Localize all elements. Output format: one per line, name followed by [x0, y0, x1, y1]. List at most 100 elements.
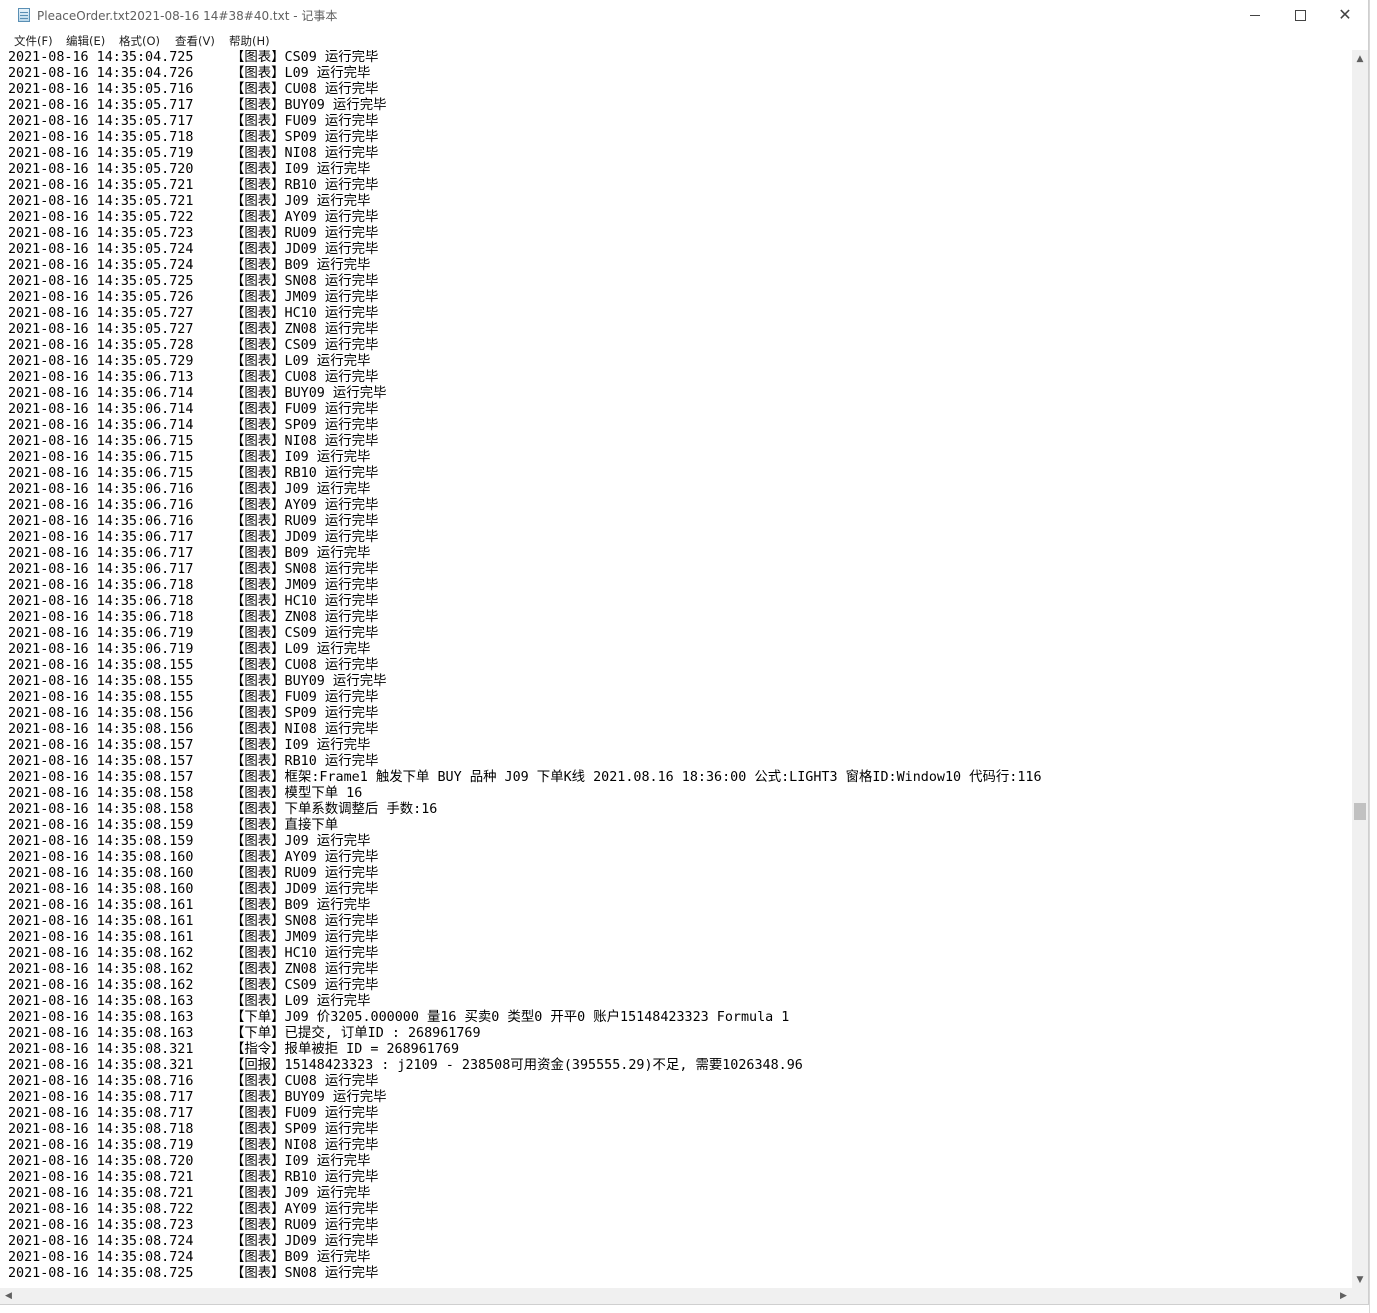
log-timestamp: 2021-08-16 14:35:08.722 — [8, 1202, 194, 1217]
maximize-icon — [1294, 9, 1306, 21]
vertical-scrollbar[interactable]: ▲ ▼ — [1352, 50, 1368, 1288]
log-line: 2021-08-16 14:35:06.719 【图表】L09 运行完毕 — [8, 642, 1352, 658]
log-message: 【图表】CS09 运行完毕 — [231, 978, 379, 993]
log-line: 2021-08-16 14:35:06.717 【图表】SN08 运行完毕 — [8, 562, 1352, 578]
log-timestamp: 2021-08-16 14:35:08.716 — [8, 1074, 194, 1089]
log-line: 2021-08-16 14:35:08.155 【图表】BUY09 运行完毕 — [8, 674, 1352, 690]
menu-edit[interactable]: 编辑(E) — [66, 33, 105, 49]
log-line: 2021-08-16 14:35:08.720 【图表】I09 运行完毕 — [8, 1154, 1352, 1170]
log-message: 【图表】RU09 运行完毕 — [231, 514, 379, 529]
log-timestamp: 2021-08-16 14:35:05.721 — [8, 194, 194, 209]
log-timestamp: 2021-08-16 14:35:08.717 — [8, 1090, 194, 1105]
log-timestamp: 2021-08-16 14:35:08.162 — [8, 962, 194, 977]
scroll-right-arrow-icon[interactable]: ▶ — [1335, 1288, 1352, 1304]
log-message: 【图表】NI08 运行完毕 — [231, 1138, 379, 1153]
log-timestamp: 2021-08-16 14:35:08.161 — [8, 914, 194, 929]
log-message: 【图表】JM09 运行完毕 — [231, 290, 379, 305]
log-timestamp: 2021-08-16 14:35:08.160 — [8, 850, 194, 865]
vertical-scroll-thumb[interactable] — [1354, 802, 1366, 820]
scroll-left-arrow-icon[interactable]: ◀ — [0, 1288, 17, 1304]
log-line: 2021-08-16 14:35:05.716 【图表】CU08 运行完毕 — [8, 82, 1352, 98]
log-message: 【下单】已提交, 订单ID : 268961769 — [231, 1026, 481, 1041]
menu-view[interactable]: 查看(V) — [175, 33, 215, 49]
log-message: 【图表】AY09 运行完毕 — [231, 210, 379, 225]
notepad-window: PleaceOrder.txt2021-08-16 14#38#40.txt -… — [0, 0, 1369, 1305]
log-timestamp: 2021-08-16 14:35:06.719 — [8, 626, 194, 641]
log-message: 【图表】CS09 运行完毕 — [231, 50, 379, 65]
log-line: 2021-08-16 14:35:05.724 【图表】B09 运行完毕 — [8, 258, 1352, 274]
log-timestamp: 2021-08-16 14:35:06.714 — [8, 386, 194, 401]
log-line: 2021-08-16 14:35:05.717 【图表】BUY09 运行完毕 — [8, 98, 1352, 114]
notepad-app-icon[interactable] — [18, 8, 30, 22]
log-timestamp: 2021-08-16 14:35:08.321 — [8, 1042, 194, 1057]
log-line: 2021-08-16 14:35:08.161 【图表】SN08 运行完毕 — [8, 914, 1352, 930]
log-message: 【图表】CU08 运行完毕 — [231, 658, 379, 673]
scroll-down-arrow-icon[interactable]: ▼ — [1352, 1271, 1368, 1288]
title-bar[interactable]: PleaceOrder.txt2021-08-16 14#38#40.txt -… — [0, 0, 1368, 31]
log-message: 【图表】I09 运行完毕 — [231, 1154, 371, 1169]
log-line: 2021-08-16 14:35:08.157 【图表】框架:Frame1 触发下… — [8, 770, 1352, 786]
log-timestamp: 2021-08-16 14:35:05.724 — [8, 258, 194, 273]
scroll-up-arrow-icon[interactable]: ▲ — [1352, 50, 1368, 67]
log-line: 2021-08-16 14:35:08.722 【图表】AY09 运行完毕 — [8, 1202, 1352, 1218]
log-timestamp: 2021-08-16 14:35:05.728 — [8, 338, 194, 353]
log-line: 2021-08-16 14:35:06.714 【图表】SP09 运行完毕 — [8, 418, 1352, 434]
log-message: 【图表】RU09 运行完毕 — [231, 1218, 379, 1233]
log-line: 2021-08-16 14:35:06.715 【图表】I09 运行完毕 — [8, 450, 1352, 466]
log-line: 2021-08-16 14:35:06.716 【图表】J09 运行完毕 — [8, 482, 1352, 498]
log-timestamp: 2021-08-16 14:35:06.719 — [8, 642, 194, 657]
log-message: 【图表】JD09 运行完毕 — [231, 242, 379, 257]
log-line: 2021-08-16 14:35:08.321 【指令】报单被拒 ID = 268… — [8, 1042, 1352, 1058]
log-timestamp: 2021-08-16 14:35:08.721 — [8, 1186, 194, 1201]
menu-format[interactable]: 格式(O) — [119, 33, 160, 49]
log-timestamp: 2021-08-16 14:35:08.719 — [8, 1138, 194, 1153]
log-message: 【下单】J09 价3205.000000 量16 买卖0 类型0 开平0 账户1… — [231, 1010, 790, 1025]
log-timestamp: 2021-08-16 14:35:06.718 — [8, 610, 194, 625]
log-message: 【指令】报单被拒 ID = 268961769 — [231, 1042, 460, 1057]
log-line: 2021-08-16 14:35:08.725 【图表】SN08 运行完毕 — [8, 1266, 1352, 1282]
log-message: 【图表】JM09 运行完毕 — [231, 930, 379, 945]
log-line: 2021-08-16 14:35:06.715 【图表】RB10 运行完毕 — [8, 466, 1352, 482]
menu-help[interactable]: 帮助(H) — [229, 33, 270, 49]
log-timestamp: 2021-08-16 14:35:08.160 — [8, 882, 194, 897]
log-message: 【图表】BUY09 运行完毕 — [231, 674, 387, 689]
log-timestamp: 2021-08-16 14:35:08.163 — [8, 1026, 194, 1041]
log-timestamp: 2021-08-16 14:35:06.715 — [8, 434, 194, 449]
log-line: 2021-08-16 14:35:05.721 【图表】RB10 运行完毕 — [8, 178, 1352, 194]
log-line: 2021-08-16 14:35:08.159 【图表】直接下单 — [8, 818, 1352, 834]
menu-file[interactable]: 文件(F) — [14, 33, 53, 49]
log-message: 【图表】CU08 运行完毕 — [231, 370, 379, 385]
log-message: 【图表】J09 运行完毕 — [231, 1186, 371, 1201]
log-message: 【回报】15148423323 : j2109 - 238508可用资金(395… — [231, 1058, 803, 1073]
log-timestamp: 2021-08-16 14:35:08.159 — [8, 834, 194, 849]
maximize-button[interactable] — [1277, 0, 1323, 30]
log-line: 2021-08-16 14:35:08.155 【图表】CU08 运行完毕 — [8, 658, 1352, 674]
log-line: 2021-08-16 14:35:05.727 【图表】HC10 运行完毕 — [8, 306, 1352, 322]
log-message: 【图表】JM09 运行完毕 — [231, 578, 379, 593]
log-message: 【图表】B09 运行完毕 — [231, 898, 371, 913]
log-timestamp: 2021-08-16 14:35:08.155 — [8, 690, 194, 705]
log-line: 2021-08-16 14:35:05.721 【图表】J09 运行完毕 — [8, 194, 1352, 210]
log-message: 【图表】SN08 运行完毕 — [231, 274, 379, 289]
log-timestamp: 2021-08-16 14:35:05.725 — [8, 274, 194, 289]
close-button[interactable]: ✕ — [1322, 0, 1368, 30]
log-timestamp: 2021-08-16 14:35:08.724 — [8, 1234, 194, 1249]
log-timestamp: 2021-08-16 14:35:05.726 — [8, 290, 194, 305]
log-timestamp: 2021-08-16 14:35:08.725 — [8, 1266, 194, 1281]
horizontal-scrollbar[interactable]: ◀ ▶ — [0, 1288, 1352, 1304]
log-line: 2021-08-16 14:35:05.718 【图表】SP09 运行完毕 — [8, 130, 1352, 146]
log-line: 2021-08-16 14:35:04.725 【图表】CS09 运行完毕 — [8, 50, 1352, 66]
log-message: 【图表】L09 运行完毕 — [231, 66, 371, 81]
log-line: 2021-08-16 14:35:05.724 【图表】JD09 运行完毕 — [8, 242, 1352, 258]
text-editor-area[interactable]: 2021-08-16 14:35:04.725 【图表】CS09 运行完毕 2021… — [0, 50, 1352, 1288]
log-line: 2021-08-16 14:35:08.162 【图表】CS09 运行完毕 — [8, 978, 1352, 994]
log-message: 【图表】CU08 运行完毕 — [231, 1074, 379, 1089]
log-timestamp: 2021-08-16 14:35:06.716 — [8, 498, 194, 513]
minimize-button[interactable] — [1232, 0, 1278, 30]
log-line: 2021-08-16 14:35:06.717 【图表】JD09 运行完毕 — [8, 530, 1352, 546]
log-message: 【图表】L09 运行完毕 — [231, 994, 371, 1009]
log-timestamp: 2021-08-16 14:35:06.715 — [8, 450, 194, 465]
log-timestamp: 2021-08-16 14:35:08.159 — [8, 818, 194, 833]
log-timestamp: 2021-08-16 14:35:08.158 — [8, 802, 194, 817]
close-icon: ✕ — [1338, 5, 1352, 24]
